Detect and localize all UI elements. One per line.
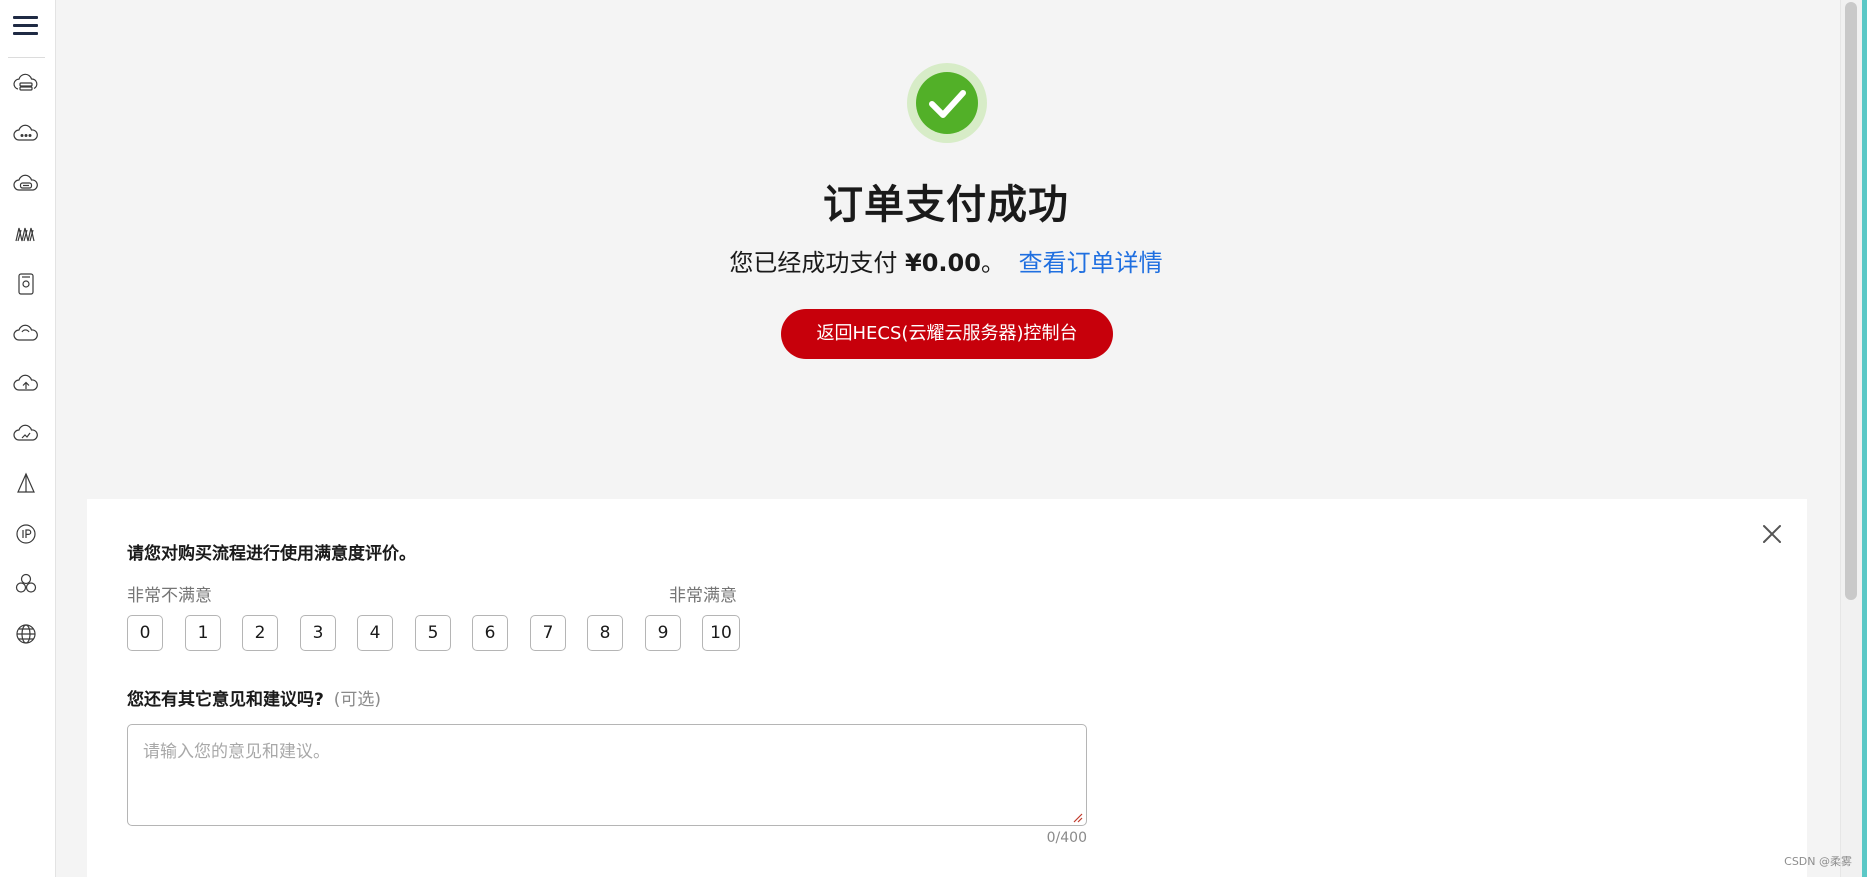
rating-option-5[interactable]: 5 bbox=[415, 615, 451, 651]
close-icon[interactable] bbox=[1760, 522, 1784, 546]
rating-option-0[interactable]: 0 bbox=[127, 615, 163, 651]
payment-prefix: 您已经成功支付 bbox=[729, 249, 898, 277]
view-order-details-link[interactable]: 查看订单详情 bbox=[1019, 249, 1163, 277]
feedback-question: 您还有其它意见和建议吗? (可选) bbox=[127, 685, 381, 710]
feedback-question-text: 您还有其它意见和建议吗? bbox=[127, 690, 324, 710]
tent-icon[interactable] bbox=[12, 470, 40, 498]
rating-option-2[interactable]: 2 bbox=[242, 615, 278, 651]
cloud-icon[interactable] bbox=[12, 320, 40, 348]
scale-high-label: 非常满意 bbox=[669, 586, 737, 606]
feedback-textarea[interactable] bbox=[127, 724, 1087, 826]
vertical-scrollbar[interactable] bbox=[1840, 0, 1862, 877]
payment-summary: 您已经成功支付 ¥0.00。 查看订单详情 bbox=[0, 243, 1867, 278]
cloud-server-icon[interactable] bbox=[12, 70, 40, 98]
ip-address-icon[interactable] bbox=[12, 520, 40, 548]
page-title: 订单支付成功 bbox=[823, 182, 1069, 228]
hamburger-menu-icon[interactable] bbox=[13, 14, 38, 36]
globe-icon[interactable] bbox=[12, 620, 40, 648]
payment-period: 。 bbox=[980, 249, 1005, 277]
cloud-monitor-icon[interactable] bbox=[12, 420, 40, 448]
char-counter: 0/400 bbox=[1046, 830, 1087, 846]
left-sidebar bbox=[0, 0, 56, 877]
cloud-service-icon[interactable] bbox=[12, 120, 40, 148]
rating-option-8[interactable]: 8 bbox=[587, 615, 623, 651]
cluster-icon[interactable] bbox=[12, 570, 40, 598]
scale-low-label: 非常不满意 bbox=[127, 586, 212, 606]
rating-option-9[interactable]: 9 bbox=[645, 615, 681, 651]
payment-amount: ¥0.00 bbox=[905, 249, 981, 277]
optional-label: (可选) bbox=[333, 690, 382, 710]
cloud-upload-icon[interactable] bbox=[12, 370, 40, 398]
success-check-icon bbox=[907, 63, 987, 143]
rating-option-1[interactable]: 1 bbox=[185, 615, 221, 651]
rating-option-6[interactable]: 6 bbox=[472, 615, 508, 651]
rating-option-7[interactable]: 7 bbox=[530, 615, 566, 651]
return-console-button[interactable]: 返回HECS(云耀云服务器)控制台 bbox=[781, 309, 1113, 359]
rating-option-10[interactable]: 10 bbox=[702, 615, 740, 651]
sidebar-divider bbox=[8, 57, 45, 58]
scrollbar-thumb[interactable] bbox=[1845, 2, 1857, 600]
rating-option-4[interactable]: 4 bbox=[357, 615, 393, 651]
rating-option-3[interactable]: 3 bbox=[300, 615, 336, 651]
watermark-text: CSDN @柔雾 bbox=[1784, 855, 1852, 868]
resize-handle-icon[interactable] bbox=[1072, 812, 1083, 823]
survey-question: 请您对购买流程进行使用满意度评价。 bbox=[127, 544, 416, 564]
window-edge bbox=[1862, 0, 1867, 877]
satisfaction-survey-card: 请您对购买流程进行使用满意度评价。 非常不满意 非常满意 0 1 2 3 4 5… bbox=[87, 499, 1807, 877]
